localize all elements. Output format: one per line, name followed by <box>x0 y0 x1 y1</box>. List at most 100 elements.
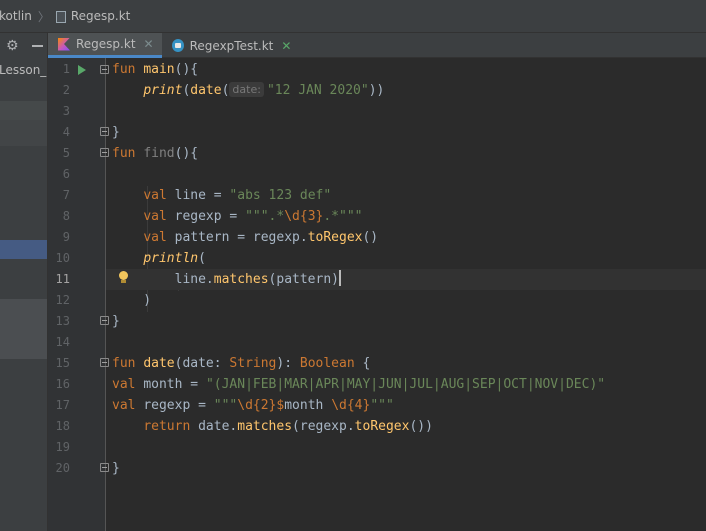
project-tree-row-selected[interactable] <box>0 240 47 259</box>
code-token: () <box>362 230 379 245</box>
code-line[interactable]: val line = "abs 123 def" <box>106 185 706 206</box>
code-line[interactable]: print(date(date: "12 JAN 2020")) <box>106 80 706 101</box>
code-token: date <box>143 356 175 371</box>
code-token: (date: <box>174 356 230 371</box>
breadcrumb-file[interactable]: Regesp.kt <box>71 9 131 23</box>
code-token: \d{4} <box>331 398 371 413</box>
code-token: date <box>190 83 222 98</box>
line-number[interactable]: 4 <box>48 122 70 143</box>
lightbulb-base <box>121 280 126 283</box>
code-token: String <box>229 356 277 371</box>
code-token: "12 JAN 2020" <box>266 83 369 98</box>
line-number[interactable]: 15 <box>48 353 70 374</box>
code-token: ): <box>276 356 300 371</box>
fold-marker-icon[interactable] <box>100 127 109 136</box>
code-line[interactable] <box>106 164 706 185</box>
parameter-hint: date: <box>229 82 264 97</box>
tab-label: RegexpTest.kt <box>189 38 274 53</box>
code-token: .*""" <box>323 209 363 224</box>
line-number[interactable]: 17 <box>48 395 70 416</box>
code-line[interactable] <box>106 332 706 353</box>
line-number[interactable]: 16 <box>48 374 70 395</box>
line-number[interactable]: 19 <box>48 437 70 458</box>
project-tree-row[interactable] <box>0 299 47 359</box>
project-tool-window: ⚙ Lesson_2 <box>0 33 48 531</box>
code-token: (regexp. <box>292 419 355 434</box>
code-token: val <box>143 188 175 203</box>
line-number[interactable]: 18 <box>48 416 70 437</box>
code-token: val <box>143 209 175 224</box>
code-token: fun <box>112 356 144 371</box>
fold-marker-icon[interactable] <box>100 316 109 325</box>
code-token: toRegex <box>354 419 410 434</box>
code-token: ( <box>221 83 230 98</box>
line-number[interactable]: 12 <box>48 290 70 311</box>
fold-marker-icon[interactable] <box>100 463 109 472</box>
code-line[interactable]: println( <box>106 248 706 269</box>
gear-icon[interactable]: ⚙ <box>6 39 20 53</box>
lightbulb-icon[interactable] <box>119 271 129 283</box>
line-number[interactable]: 5 <box>48 143 70 164</box>
code-token: \d{3} <box>284 209 324 224</box>
code-line[interactable] <box>106 101 706 122</box>
code-token: fun <box>112 62 144 77</box>
code-line[interactable]: } <box>106 122 706 143</box>
code-line[interactable]: } <box>106 458 706 479</box>
kotlin-test-file-icon <box>171 39 184 52</box>
line-number[interactable]: 7 <box>48 185 70 206</box>
hide-panel-icon[interactable] <box>32 45 43 47</box>
line-number[interactable]: 3 <box>48 101 70 122</box>
line-number[interactable]: 2 <box>48 80 70 101</box>
code-line[interactable]: fun date(date: String): Boolean { <box>106 353 706 374</box>
tab-label: Regesp.kt <box>76 37 136 51</box>
code-line[interactable] <box>106 437 706 458</box>
run-icon[interactable] <box>78 65 86 75</box>
fold-marker-icon[interactable] <box>100 65 109 74</box>
code-token: (){ <box>174 146 199 161</box>
project-tree-item-lesson[interactable]: Lesson_2 <box>0 63 47 77</box>
code-line[interactable]: fun main(){ <box>106 59 706 80</box>
code-token: Boolean <box>299 356 355 371</box>
line-number[interactable]: 11 <box>48 269 70 290</box>
fold-marker-icon[interactable] <box>100 148 109 157</box>
tab-regesp[interactable]: Regesp.kt ✕ <box>48 33 162 58</box>
code-token: println <box>143 251 199 266</box>
code-token: """ <box>213 398 238 413</box>
project-tree-row[interactable] <box>0 120 47 146</box>
line-number[interactable]: 1 <box>48 59 70 80</box>
code-line[interactable]: return date.matches(regexp.toRegex()) <box>106 416 706 437</box>
project-tree-row[interactable] <box>0 101 47 120</box>
code-token: return <box>143 419 199 434</box>
code-token: main <box>143 62 175 77</box>
code-token: val <box>112 398 144 413</box>
code-token: matches <box>213 272 269 287</box>
code-line[interactable]: val regexp = """.*\d{3}.*""" <box>106 206 706 227</box>
code-line[interactable]: } <box>106 311 706 332</box>
line-number[interactable]: 8 <box>48 206 70 227</box>
code-token: month <box>284 398 332 413</box>
close-icon[interactable]: ✕ <box>281 39 291 53</box>
fold-marker-icon[interactable] <box>100 358 109 367</box>
line-number[interactable]: 20 <box>48 458 70 479</box>
code-line[interactable]: val month = "(JAN|FEB|MAR|APR|MAY|JUN|JU… <box>106 374 706 395</box>
line-number[interactable]: 13 <box>48 311 70 332</box>
code-token: month = <box>143 377 206 392</box>
code-line[interactable]: val pattern = regexp.toRegex() <box>106 227 706 248</box>
close-icon[interactable]: ✕ <box>144 37 154 51</box>
line-number[interactable]: 14 <box>48 332 70 353</box>
tab-regexptest[interactable]: RegexpTest.kt ✕ <box>162 33 300 58</box>
code-token: ( <box>198 251 206 266</box>
code-line[interactable]: fun find(){ <box>106 143 706 164</box>
code-line[interactable]: line.matches(pattern) <box>106 269 706 290</box>
line-number[interactable]: 9 <box>48 227 70 248</box>
code-token: (){ <box>174 62 199 77</box>
line-number[interactable]: 6 <box>48 164 70 185</box>
line-number[interactable]: 10 <box>48 248 70 269</box>
breadcrumb-module[interactable]: kotlin <box>0 9 32 23</box>
code-line[interactable]: ) <box>106 290 706 311</box>
code-line[interactable]: val regexp = """\d{2}$month \d{4}""" <box>106 395 706 416</box>
editor-tab-bar: Regesp.kt ✕ RegexpTest.kt ✕ <box>48 33 706 58</box>
